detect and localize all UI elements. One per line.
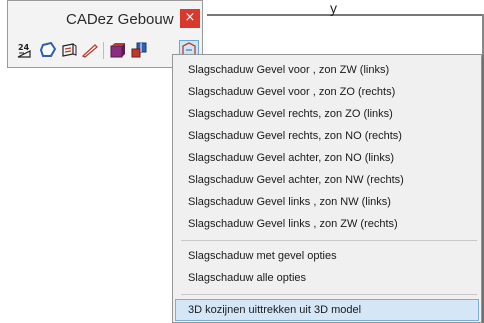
menu-item-3d-kozijnen[interactable]: 3D kozijnen uittrekken uit 3D model: [175, 299, 479, 321]
menu-item-alle-opties[interactable]: Slagschaduw alle opties: [175, 267, 479, 289]
menu-item-gevel-achter-no[interactable]: Slagschaduw Gevel achter, zon NO (links): [175, 147, 479, 169]
toolbar-separator: [103, 42, 104, 59]
menu-separator: [181, 240, 477, 241]
background-window-edge-top: [207, 14, 484, 16]
context-menu: Slagschaduw Gevel voor , zon ZW (links) …: [172, 54, 482, 323]
polygon-icon[interactable]: [38, 40, 58, 60]
menu-separator: [181, 294, 477, 295]
menu-item-gevel-voor-zo[interactable]: Slagschaduw Gevel voor , zon ZO (rechts): [175, 81, 479, 103]
menu-item-gevel-opties[interactable]: Slagschaduw met gevel opties: [175, 245, 479, 267]
block-icon[interactable]: [108, 40, 128, 60]
svg-text:24: 24: [18, 43, 30, 52]
menu-item-gevel-voor-zw[interactable]: Slagschaduw Gevel voor , zon ZW (links): [175, 59, 479, 81]
wall-tool-icon[interactable]: [59, 40, 79, 60]
close-button[interactable]: ×: [180, 9, 200, 28]
menu-item-gevel-rechts-zo[interactable]: Slagschaduw Gevel rechts, zon ZO (links): [175, 103, 479, 125]
menu-item-gevel-achter-nw[interactable]: Slagschaduw Gevel achter, zon NW (rechts…: [175, 169, 479, 191]
window-icon[interactable]: [129, 40, 149, 60]
menu-item-gevel-rechts-no[interactable]: Slagschaduw Gevel rechts, zon NO (rechts…: [175, 125, 479, 147]
menu-item-gevel-links-zw[interactable]: Slagschaduw Gevel links , zon ZW (rechts…: [175, 213, 479, 235]
pen-icon[interactable]: [80, 40, 100, 60]
roof-pitch-icon[interactable]: 24: [16, 40, 36, 60]
menu-item-gevel-links-nw[interactable]: Slagschaduw Gevel links , zon NW (links): [175, 191, 479, 213]
toolbar-title: CADez Gebouw: [66, 11, 174, 28]
background-text-fragment: y: [330, 0, 337, 16]
